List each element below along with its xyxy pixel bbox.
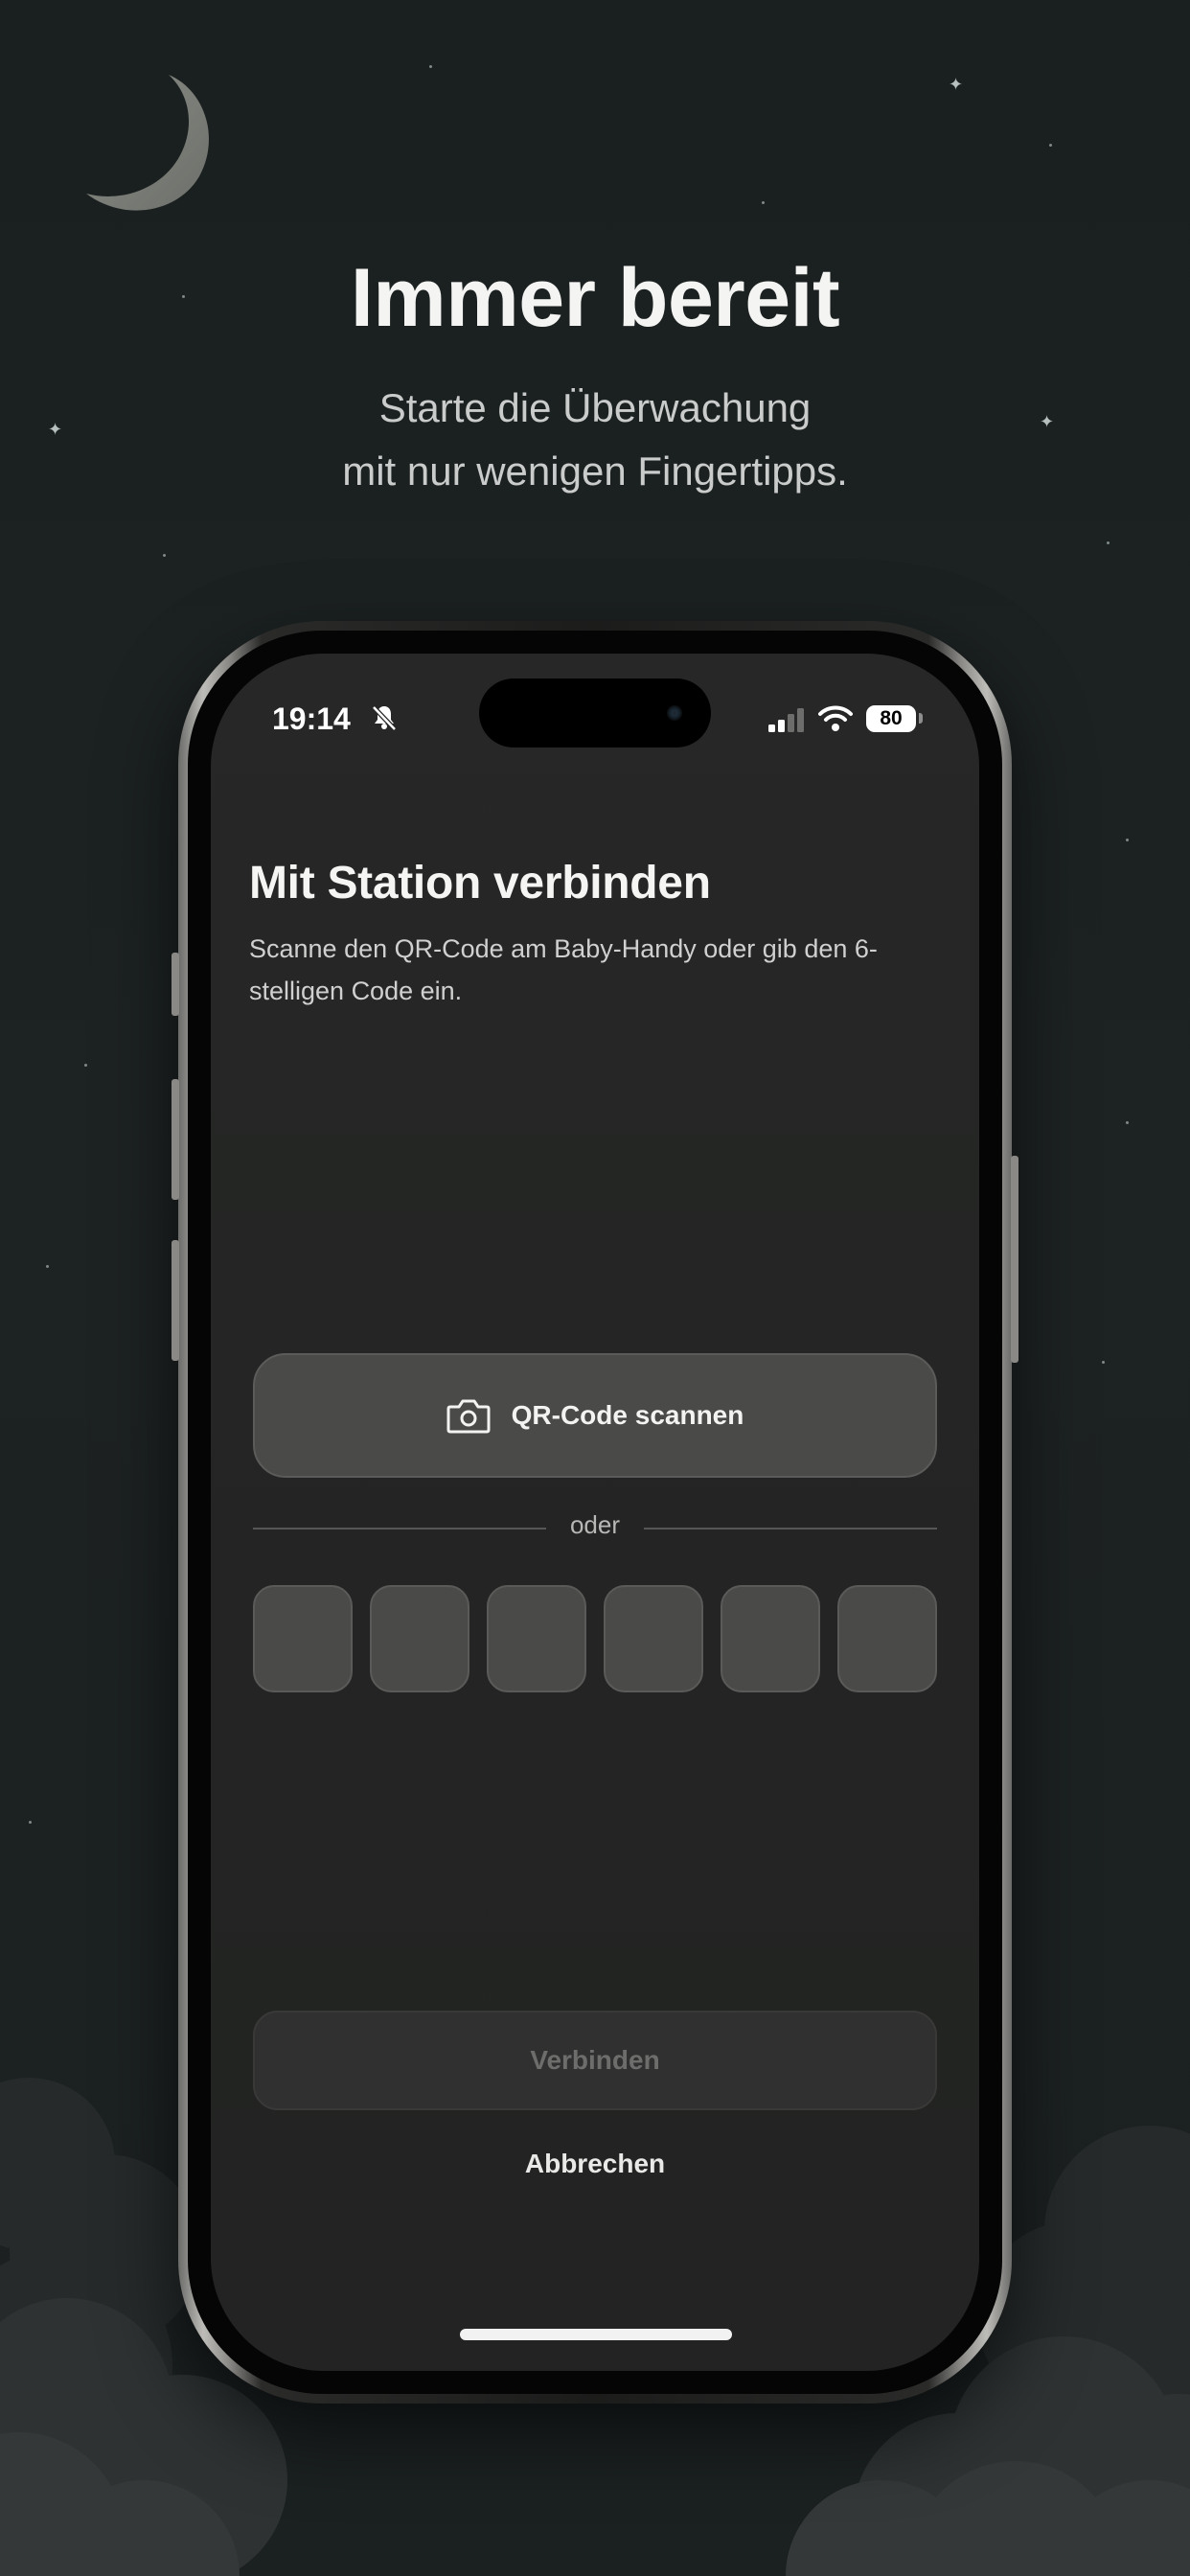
- volume-down-button: [172, 1240, 179, 1361]
- marketing-headline: Immer bereit: [350, 252, 840, 344]
- star: [1126, 1121, 1129, 1124]
- scan-qr-button[interactable]: QR-Code scannen: [253, 1353, 937, 1478]
- star: [163, 554, 166, 557]
- code-digit-3[interactable]: [487, 1585, 586, 1692]
- code-digit-1[interactable]: [253, 1585, 353, 1692]
- page-description: Scanne den QR-Code am Baby-Handy oder gi…: [249, 934, 878, 1005]
- silent-switch: [172, 953, 179, 1016]
- or-divider: oder: [253, 1508, 937, 1547]
- cancel-button[interactable]: Abbrechen: [253, 2149, 937, 2179]
- app-screen: 19:14 80 Mit Station verbinden Scanne de…: [211, 654, 979, 2371]
- code-digit-4[interactable]: [604, 1585, 703, 1692]
- home-indicator[interactable]: [460, 2329, 732, 2340]
- star: [84, 1064, 87, 1067]
- divider-line-right: [644, 1528, 937, 1530]
- star: [1102, 1361, 1105, 1364]
- status-time: 19:14: [272, 702, 351, 736]
- divider-text: oder: [569, 1510, 621, 1539]
- connect-button[interactable]: Verbinden: [253, 2011, 937, 2110]
- scan-qr-label: QR-Code scannen: [511, 1400, 744, 1430]
- camera-icon: [446, 1399, 491, 1434]
- sparkle-icon: ✦: [949, 75, 964, 95]
- volume-up-button: [172, 1079, 179, 1200]
- battery-tip: [919, 713, 923, 724]
- star: [429, 65, 432, 68]
- moon-icon: [86, 75, 209, 211]
- star: [1049, 144, 1052, 147]
- code-digit-6[interactable]: [837, 1585, 937, 1692]
- code-digit-2[interactable]: [370, 1585, 469, 1692]
- star: [762, 201, 765, 204]
- star: [1107, 541, 1110, 544]
- code-digit-5[interactable]: [721, 1585, 820, 1692]
- dynamic-island: [479, 678, 711, 748]
- star: [46, 1265, 49, 1268]
- star: [1126, 839, 1129, 841]
- marketing-subline-line-1: Starte die Überwachung: [378, 385, 812, 430]
- wifi-icon: [818, 705, 853, 731]
- star: [29, 1821, 32, 1824]
- front-camera: [667, 705, 682, 721]
- power-button: [1011, 1156, 1018, 1363]
- marketing-subline: Starte die Überwachung mit nur wenigen F…: [0, 377, 1190, 503]
- battery-icon: 80: [866, 705, 916, 732]
- cellular-signal-icon: [768, 708, 804, 732]
- code-input-row: [253, 1585, 937, 1692]
- page-title: Mit Station verbinden: [249, 858, 711, 908]
- marketing-subline-line-2: mit nur wenigen Fingertipps.: [342, 448, 848, 494]
- bell-slash-icon: [372, 705, 397, 731]
